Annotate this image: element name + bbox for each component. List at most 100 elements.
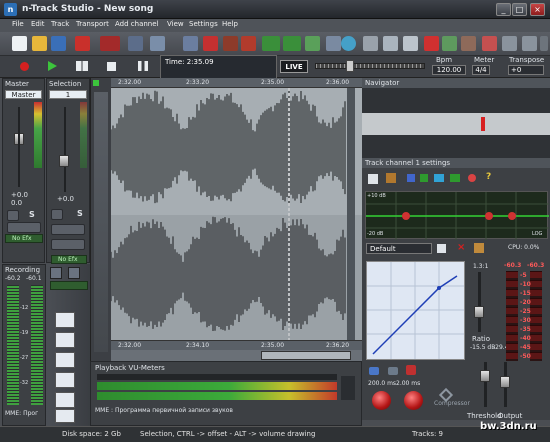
navigator-overview[interactable] (362, 113, 550, 135)
master-tools[interactable] (7, 222, 41, 233)
track-pan-icon[interactable] (68, 267, 80, 279)
help-icon[interactable]: ? (486, 172, 496, 183)
toolbar-more-icon[interactable] (540, 36, 548, 51)
menu-view[interactable]: View (167, 20, 184, 28)
delete-icon[interactable] (424, 36, 439, 51)
track-3-icon[interactable] (55, 352, 75, 368)
import-icon[interactable] (128, 36, 143, 51)
master-fx-slot[interactable]: No Efx (5, 234, 43, 243)
transpose-field[interactable]: +0 (508, 65, 544, 75)
comp-link-icon[interactable] (388, 367, 398, 375)
join-icon[interactable] (482, 36, 497, 51)
play-button[interactable] (48, 61, 57, 71)
menu-help[interactable]: Help (222, 20, 238, 28)
selection-fader[interactable] (59, 155, 69, 167)
waveform-view[interactable] (111, 88, 362, 342)
comp-bypass-icon[interactable] (406, 365, 416, 375)
record-button[interactable] (20, 62, 29, 71)
eq-graph[interactable]: +10 dB -20 dB LOG (365, 191, 549, 240)
cut-icon[interactable] (363, 36, 378, 51)
bpm-field[interactable]: 120.00 (432, 65, 466, 75)
menu-file[interactable]: File (12, 20, 24, 28)
menu-add-channel[interactable]: Add channel (115, 20, 158, 28)
comp-graph-icon[interactable] (369, 367, 379, 375)
preset-save-icon[interactable] (437, 244, 446, 253)
selection-fx-slot[interactable]: No Efx (51, 255, 87, 264)
eq-step-icon[interactable] (434, 174, 444, 182)
navigator-cursor[interactable] (481, 117, 485, 131)
input-select-icon[interactable] (100, 36, 120, 51)
menu-edit[interactable]: Edit (31, 20, 45, 28)
master-mute-icon[interactable] (7, 210, 19, 221)
compressor-graph[interactable] (366, 261, 465, 360)
horizontal-scroll-thumb[interactable] (261, 351, 351, 360)
recycle-icon[interactable] (442, 36, 457, 51)
track-headers[interactable] (94, 92, 108, 352)
horizontal-scrollbar[interactable] (111, 350, 362, 361)
open-folder-icon[interactable] (32, 36, 47, 51)
fade-in-icon[interactable] (502, 36, 517, 51)
paste-icon[interactable] (403, 36, 418, 51)
selection-tools-2[interactable] (51, 239, 85, 250)
ratio-slider[interactable] (474, 306, 484, 318)
close-button[interactable]: × (530, 3, 545, 16)
eq-record-icon[interactable] (468, 174, 476, 182)
attack-knob[interactable] (372, 391, 391, 410)
eq-square-icon[interactable] (407, 174, 415, 182)
compressor-curve[interactable] (367, 262, 464, 359)
release-knob[interactable] (404, 391, 423, 410)
track-2-icon[interactable] (55, 332, 75, 348)
maximize-button[interactable]: □ (512, 3, 527, 16)
threshold-slider[interactable] (480, 370, 490, 382)
selection-tools[interactable] (51, 224, 85, 235)
split-icon[interactable] (461, 36, 476, 51)
view-mode-3-icon[interactable] (305, 36, 320, 51)
track-fx-slot[interactable] (50, 281, 88, 290)
copy-icon[interactable] (383, 36, 398, 51)
new-file-icon[interactable] (12, 36, 27, 51)
rewind-button[interactable] (76, 61, 88, 71)
preset-select[interactable]: Default (366, 243, 432, 254)
track-active-icon[interactable] (93, 80, 99, 86)
eq-curve[interactable] (366, 192, 549, 240)
output-slider[interactable] (500, 376, 510, 388)
track-volume-icon[interactable] (50, 267, 62, 279)
selection-mute-icon[interactable] (51, 209, 63, 220)
record-settings-icon[interactable] (75, 36, 90, 51)
mixer-icon[interactable] (150, 36, 165, 51)
menu-settings[interactable]: Settings (189, 20, 218, 28)
globe-icon[interactable] (341, 36, 356, 51)
timeline-ruler-bottom[interactable]: 2:32.00 2:34.10 2:35.00 2:36.20 (111, 340, 362, 350)
plugin-icon[interactable] (241, 36, 256, 51)
track-6-icon[interactable] (55, 409, 75, 423)
menu-transport[interactable]: Transport (76, 20, 109, 28)
eq-view-icon[interactable] (368, 174, 378, 184)
track-1-icon[interactable] (55, 312, 75, 328)
minimize-button[interactable]: _ (496, 3, 511, 16)
fade-out-icon[interactable] (522, 36, 537, 51)
selection-solo-icon[interactable]: S (77, 209, 83, 218)
view-mode-2-icon[interactable] (283, 36, 301, 51)
edit-tool-icon[interactable] (326, 36, 341, 51)
eq-play-icon[interactable] (420, 174, 428, 182)
menu-track[interactable]: Track (51, 20, 69, 28)
timeline-area[interactable]: 2:32.00 2:33.20 2:35.00 2:36.00 2:32.00 … (111, 78, 362, 361)
preset-delete-icon[interactable]: × (457, 243, 467, 253)
live-button[interactable]: LIVE (280, 60, 308, 73)
track-4-icon[interactable] (55, 372, 75, 388)
pause-button[interactable] (138, 61, 148, 71)
position-slider-thumb[interactable] (346, 60, 354, 72)
save-icon[interactable] (51, 36, 66, 51)
stop-button[interactable] (107, 62, 116, 71)
track-5-icon[interactable] (55, 392, 75, 408)
playback-vu-controls[interactable] (341, 376, 355, 400)
effects-icon[interactable] (223, 36, 238, 51)
eq-forward-icon[interactable] (450, 174, 460, 182)
eq-wrench-icon[interactable] (386, 173, 396, 183)
timeline-ruler-top[interactable]: 2:32.00 2:33.20 2:35.00 2:36.00 (111, 78, 362, 88)
piano-roll-icon[interactable] (203, 36, 218, 51)
move-icon[interactable] (183, 36, 198, 51)
preset-settings-icon[interactable] (474, 243, 484, 253)
meter-field[interactable]: 4/4 (472, 65, 490, 75)
master-solo-icon[interactable]: S (29, 210, 35, 219)
